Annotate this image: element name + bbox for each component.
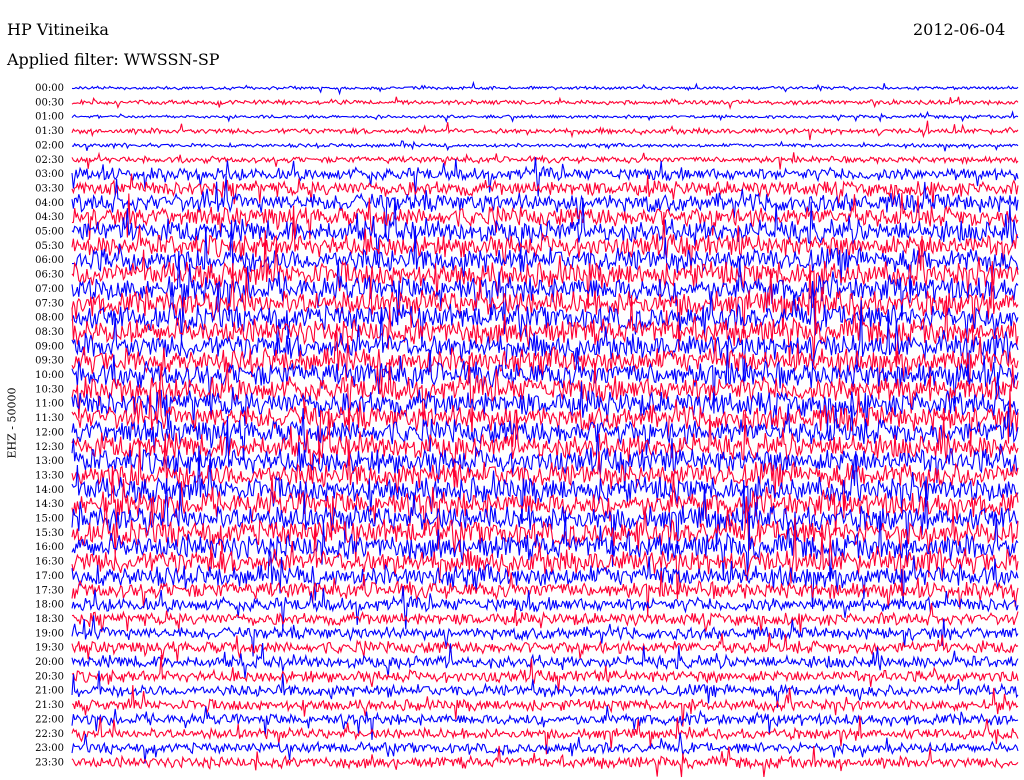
row-label: 18:00: [35, 600, 64, 611]
row-label: 21:00: [35, 686, 64, 697]
trace-line: [71, 402, 1019, 461]
row-label: 01:30: [35, 126, 64, 137]
row-label: 03:30: [35, 183, 64, 194]
trace-line: [71, 80, 1019, 96]
row-label: 07:30: [35, 298, 64, 309]
row-label: 19:30: [35, 643, 64, 654]
trace-line: [71, 371, 1019, 433]
trace-line: [71, 120, 1019, 141]
row-label: 14:00: [35, 485, 64, 496]
row-label: 17:00: [35, 571, 64, 582]
trace-group: [71, 80, 1019, 778]
trace-line: [71, 197, 1019, 261]
row-label: 13:00: [35, 456, 64, 467]
row-label: 17:30: [35, 585, 64, 596]
row-label: 12:30: [35, 442, 64, 453]
trace-line: [71, 110, 1019, 124]
row-label: 06:30: [35, 270, 64, 281]
row-label: 12:00: [35, 427, 64, 438]
trace-line: [71, 157, 1019, 197]
row-label: 23:00: [35, 743, 64, 754]
row-label: 00:30: [35, 97, 64, 108]
row-label: 08:00: [35, 313, 64, 324]
row-label: 14:30: [35, 499, 64, 510]
row-label-group: 00:00 00:30 01:00 01:30 02:00 02:30 03:00 03:30…: [35, 83, 64, 768]
row-label: 10:00: [35, 370, 64, 381]
row-label: 05:00: [35, 227, 64, 238]
row-label: 11:30: [35, 413, 64, 424]
row-label: 01:00: [35, 112, 64, 123]
row-label: 22:00: [35, 714, 64, 725]
row-label: 09:30: [35, 356, 64, 367]
row-label: 00:00: [35, 83, 64, 94]
row-label: 09:00: [35, 341, 64, 352]
row-label: 15:00: [35, 514, 64, 525]
row-label: 13:30: [35, 470, 64, 481]
row-label: 02:00: [35, 140, 64, 151]
row-label: 04:00: [35, 198, 64, 209]
trace-line: [71, 96, 1019, 110]
row-label: 02:30: [35, 155, 64, 166]
row-label: 23:30: [35, 757, 64, 768]
row-label: 05:30: [35, 241, 64, 252]
row-label: 04:30: [35, 212, 64, 223]
row-label: 16:00: [35, 542, 64, 553]
trace-line: [71, 355, 1019, 435]
row-label: 20:00: [35, 657, 64, 668]
row-label: 15:30: [35, 528, 64, 539]
trace-line: [71, 603, 1019, 634]
row-label: 11:00: [35, 399, 64, 410]
row-label: 18:30: [35, 614, 64, 625]
row-label: 08:30: [35, 327, 64, 338]
row-label: 21:30: [35, 700, 64, 711]
row-label: 10:30: [35, 384, 64, 395]
row-label: 19:00: [35, 628, 64, 639]
seismogram-plot: 00:00 00:30 01:00 01:30 02:00 02:30 03:00 03:30…: [35, 80, 1019, 778]
row-label: 22:30: [35, 729, 64, 740]
row-label: 20:30: [35, 671, 64, 682]
row-label: 07:00: [35, 284, 64, 295]
trace-line: [71, 549, 1019, 609]
row-label: 06:00: [35, 255, 64, 266]
trace-line: [71, 140, 1019, 152]
trace-line: [71, 151, 1019, 170]
row-label: 03:00: [35, 169, 64, 180]
row-label: 16:30: [35, 557, 64, 568]
